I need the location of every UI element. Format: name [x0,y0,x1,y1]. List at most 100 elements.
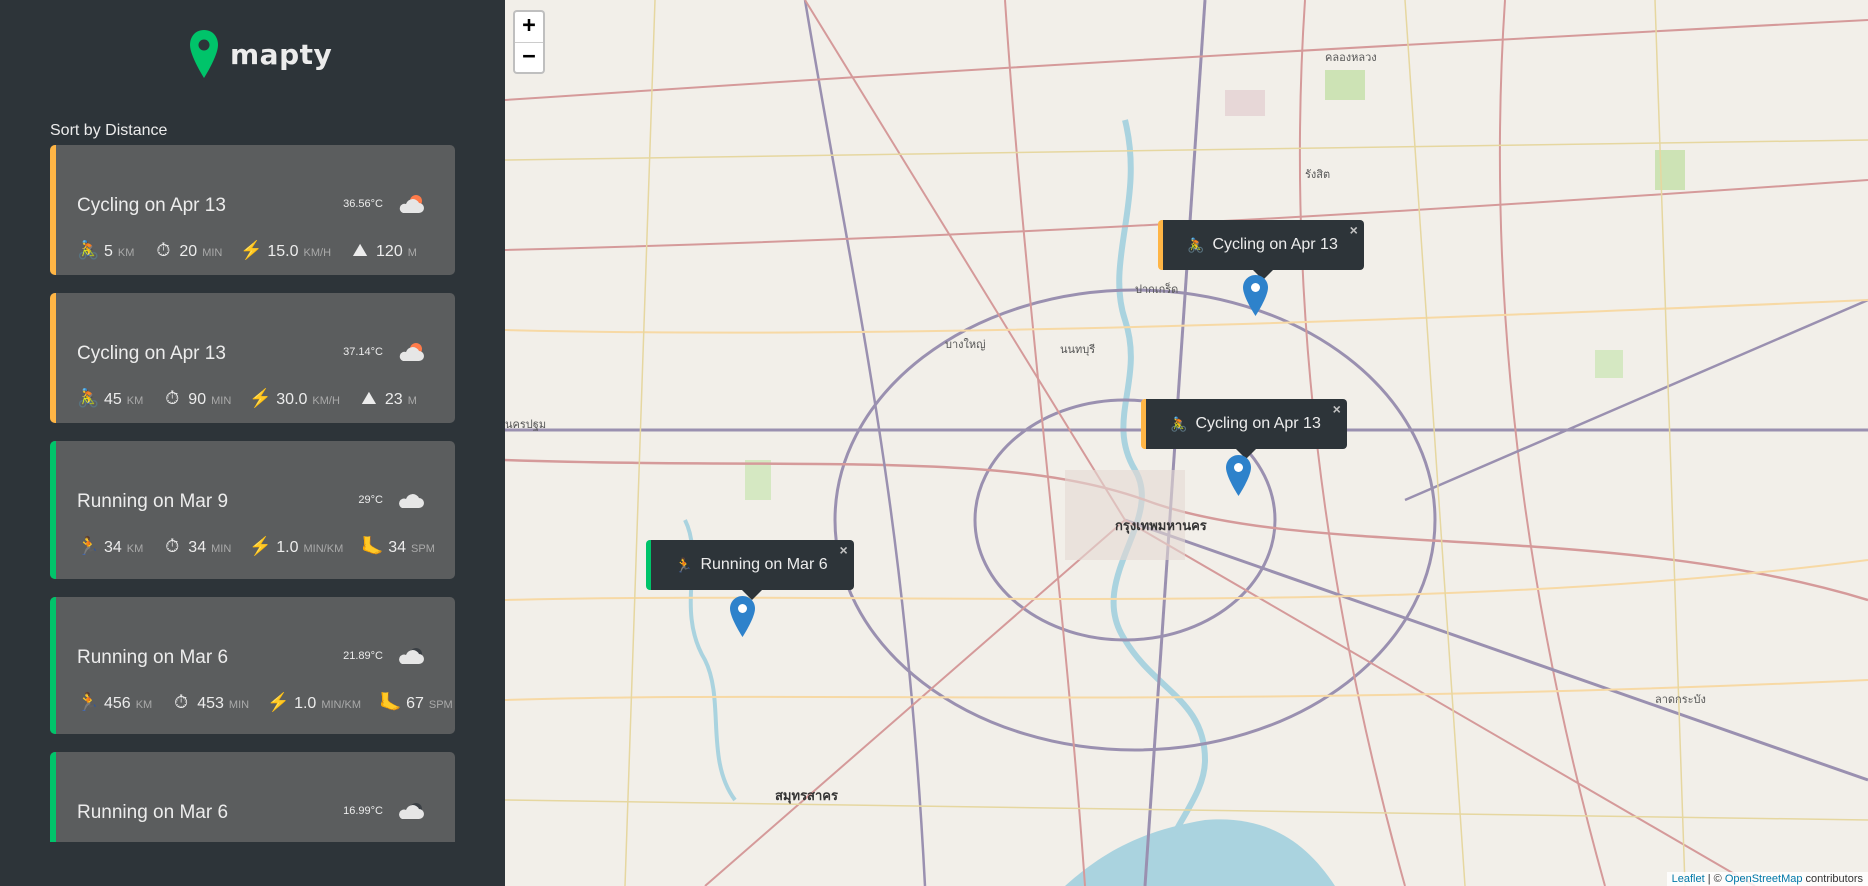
distance-unit: km [126,543,144,555]
map-label: กรุงเทพมหานคร [1115,519,1207,534]
foot-icon: 🦶 [379,692,402,712]
map-label: สมุทรสาคร [775,789,838,804]
popup-close-button[interactable]: × [839,542,847,558]
map-pin-logo-icon [190,30,218,78]
workout-item[interactable]: Running on Mar 6 21.89°C 🏃 456 km ⏱ 453 min … [50,597,455,734]
speed-unit: km/h [312,395,340,407]
pace-unit: min/km [321,699,362,711]
cyclist-icon: 🚴 [77,388,100,408]
duration-value: 20 [179,243,198,260]
popup-label: Running on Mar 6 [700,556,828,573]
distance-value: 5 [104,243,113,260]
map-marker-icon[interactable] [1243,275,1268,316]
duration-unit: min [211,543,232,555]
sort-button[interactable]: Sort by Distance [50,122,167,140]
duration-unit: min [211,395,232,407]
runner-icon: 🏃 [675,556,693,573]
workout-elevation: ⛰ 120 m [349,240,417,261]
workout-duration: ⏱ 453 min [170,692,249,713]
speed-value: 30.0 [276,391,308,408]
workout-list: Cycling on Apr 13 36.56°C 🚴 5 km ⏱ 20 min ⚡️… [50,145,455,860]
lightning-icon: ⚡️ [267,692,290,712]
duration-value: 34 [188,539,207,556]
zoom-in-button[interactable]: + [515,12,543,42]
distance-unit: km [135,699,153,711]
stopwatch-icon: ⏱ [165,388,180,408]
distance-unit: km [117,247,135,259]
workout-speed: ⚡️ 15.0 km/h [240,240,331,261]
workout-distance: 🚴 5 km [77,240,134,261]
runner-icon: 🏃 [77,692,100,712]
workout-popup[interactable]: 🚴 Cycling on Apr 13 × [1158,220,1364,280]
cyclist-icon: 🚴 [1187,236,1205,253]
distance-value: 34 [104,539,122,556]
mountain-icon: ⛰ [361,388,377,408]
map[interactable]: ปากเกร็ด กรุงเทพมหานคร สมุทรสาคร รังสิต … [505,0,1868,886]
zoom-out-button[interactable]: − [515,42,543,72]
stopwatch-icon: ⏱ [174,692,189,712]
workout-cadence: 🦶 67 spm [379,692,453,713]
workout-pace: ⚡️ 1.0 min/km [249,536,343,557]
cadence-value: 34 [388,539,407,556]
openstreetmap-link[interactable]: OpenStreetMap [1725,873,1803,885]
map-label: ปากเกร็ด [1135,283,1179,296]
speed-value: 15.0 [267,243,299,260]
map-label: นนทบุรี [1060,343,1096,356]
workout-temperature: 36.56°C [343,198,383,210]
workout-elevation: ⛰ 23 m [358,388,417,409]
map-label: นครปฐม [505,418,547,431]
map-marker-icon[interactable] [730,596,755,637]
attribution-suffix: contributors [1802,873,1863,885]
map-label: ลาดกระบัง [1655,693,1706,706]
cadence-unit: spm [411,543,435,555]
popup-label: Cycling on Apr 13 [1195,415,1321,432]
cyclist-icon: 🚴 [1170,415,1188,432]
stopwatch-icon: ⏱ [156,240,171,260]
duration-value: 90 [188,391,207,408]
zoom-control: + − [513,10,545,74]
app-name: mapty [230,37,333,71]
workout-popup[interactable]: 🚴 Cycling on Apr 13 × [1141,399,1347,459]
workout-item[interactable]: Running on Mar 9 29°C 🏃 34 km ⏱ 34 min ⚡️ 1.0… [50,441,455,579]
duration-unit: min [202,247,223,259]
workout-item[interactable]: Running on Mar 6 16.99°C [50,752,455,842]
workout-title: Cycling on Apr 13 [77,343,226,364]
workout-popup[interactable]: 🏃 Running on Mar 6 × [646,540,854,600]
distance-value: 456 [104,695,131,712]
lightning-icon: ⚡️ [249,536,272,556]
workout-speed: ⚡️ 30.0 km/h [249,388,340,409]
workout-title: Running on Mar 6 [77,802,229,823]
popup-close-button[interactable]: × [1333,401,1341,417]
sidebar: mapty Sort by Distance Cycling on Apr 13… [0,0,505,886]
workout-title: Running on Mar 6 [77,647,229,668]
workout-pace: ⚡️ 1.0 min/km [267,692,361,713]
leaflet-link[interactable]: Leaflet [1672,873,1705,885]
partly-cloudy-icon [399,195,424,213]
workout-item[interactable]: Cycling on Apr 13 37.14°C 🚴 45 km ⏱ 90 min ⚡… [50,293,455,423]
duration-value: 453 [197,695,224,712]
pace-unit: min/km [303,543,344,555]
speed-unit: km/h [303,247,332,259]
workout-title: Cycling on Apr 13 [77,195,226,216]
mountain-icon: ⛰ [352,240,368,260]
workout-distance: 🚴 45 km [77,388,143,409]
elevation-unit: m [407,395,417,407]
elevation-value: 23 [384,391,403,408]
workout-temperature: 37.14°C [343,346,383,358]
popup-label: Cycling on Apr 13 [1212,236,1338,253]
map-marker-icon[interactable] [1226,455,1251,496]
workout-duration: ⏱ 20 min [152,240,222,261]
pace-value: 1.0 [276,539,299,556]
elevation-unit: m [407,247,417,259]
cloudy-night-icon [399,648,424,664]
map-attribution: Leaflet | © OpenStreetMap contributors [1666,872,1868,886]
map-label: รังสิต [1305,168,1331,181]
cloudy-night-icon [399,803,424,819]
distance-unit: km [126,395,144,407]
foot-icon: 🦶 [361,536,384,556]
workout-distance: 🏃 456 km [77,692,152,713]
workout-item[interactable]: Cycling on Apr 13 36.56°C 🚴 5 km ⏱ 20 min ⚡️… [50,145,455,275]
workout-duration: ⏱ 34 min [161,536,231,557]
map-label: คลองหลวง [1325,51,1377,64]
popup-close-button[interactable]: × [1350,222,1358,238]
